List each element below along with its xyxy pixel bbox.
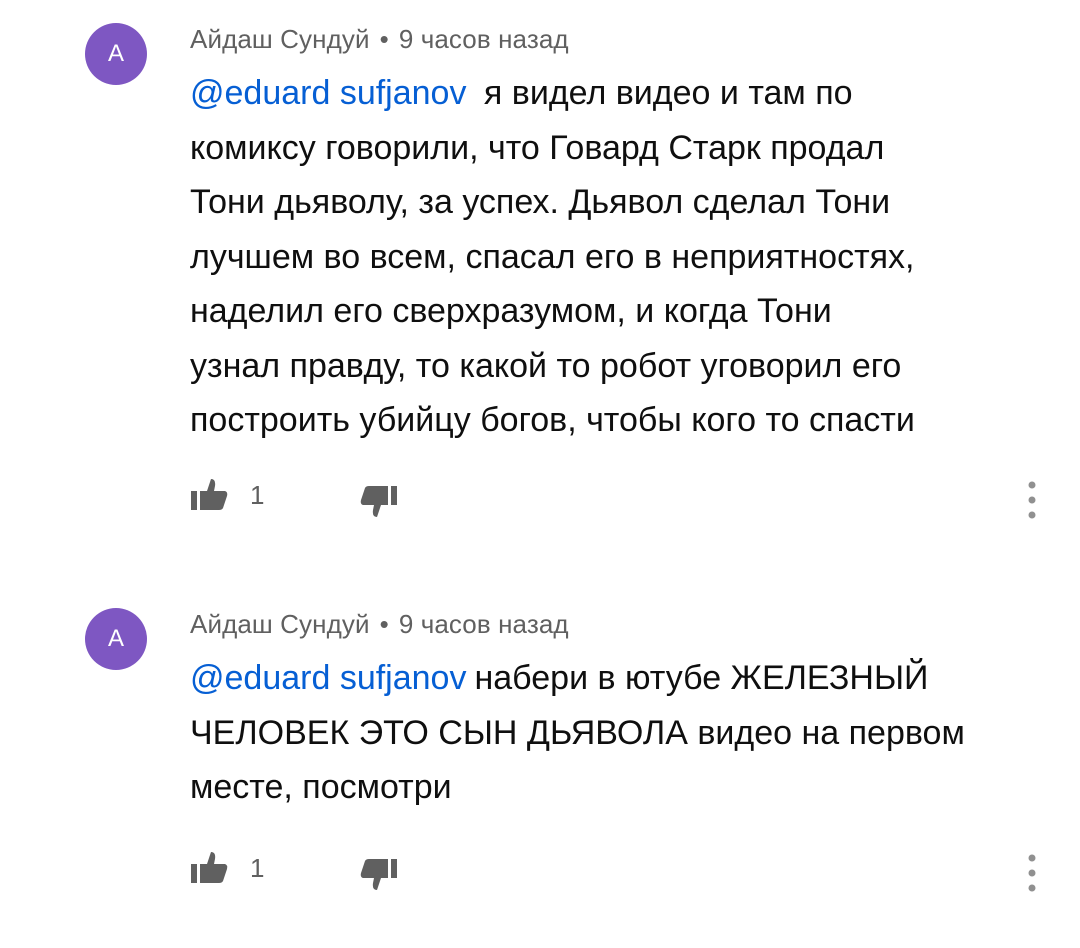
comment: A Айдаш Сундуй • 9 часов назад @eduard suf… bbox=[0, 585, 1080, 948]
comment-line-text: я видел видео и там по bbox=[483, 74, 853, 112]
comment-actions: 1 bbox=[190, 847, 1040, 897]
like-count: 1 bbox=[250, 853, 265, 883]
comment-line: узнал правду, то какой то робот уговорил… bbox=[190, 346, 902, 385]
more-options-button[interactable] bbox=[1025, 480, 1039, 520]
comment-line: лучшем во всем, спасал его в неприятност… bbox=[190, 237, 915, 276]
dislike-button[interactable] bbox=[358, 855, 398, 899]
mention-link[interactable]: @eduard sufjanov bbox=[190, 659, 466, 697]
comment-text: @eduard sufjanov набери в ютубе ЖЕЛЕЗНЫЙ … bbox=[190, 651, 1040, 815]
avatar-letter: A bbox=[107, 40, 124, 67]
avatar[interactable]: A bbox=[85, 23, 147, 85]
comment-time[interactable]: 9 часов назад bbox=[399, 24, 569, 54]
meta-separator: • bbox=[379, 609, 389, 639]
comment-meta: Айдаш Сундуй • 9 часов назад bbox=[190, 609, 569, 640]
comment-line: наделил его сверхразумом, и когда Тони bbox=[190, 292, 832, 330]
comment-text: @eduard sufjanov я видел видео и там по … bbox=[190, 66, 1040, 448]
thumb-down-icon bbox=[360, 486, 397, 517]
comment-line: комиксу говорили, что Говард Старк прода… bbox=[190, 128, 885, 167]
avatar[interactable]: A bbox=[85, 608, 147, 670]
author-name[interactable]: Айдаш Сундуй bbox=[190, 609, 370, 639]
thumb-up-icon bbox=[191, 852, 228, 883]
like-button[interactable] bbox=[190, 474, 230, 518]
comment-line: @eduard sufjanov набери в ютубе ЖЕЛЕЗНЫЙ bbox=[190, 651, 1040, 706]
like-count: 1 bbox=[250, 480, 265, 510]
comment: A Айдаш Сундуй • 9 часов назад @eduard suf… bbox=[0, 0, 1080, 560]
comment-line: @eduard sufjanov я видел видео и там по bbox=[190, 66, 1040, 121]
comment-line: ЧЕЛОВЕК ЭТО СЫН ДЬЯВОЛА видео на первом bbox=[190, 713, 965, 752]
comment-time[interactable]: 9 часов назад bbox=[399, 609, 569, 639]
comment-meta: Айдаш Сундуй • 9 часов назад bbox=[190, 24, 569, 55]
comment-line: Тони дьяволу, за успех. Дьявол сделал То… bbox=[190, 183, 891, 221]
thumb-up-icon bbox=[191, 479, 228, 510]
dislike-button[interactable] bbox=[358, 482, 398, 526]
vertical-dots-icon bbox=[1028, 481, 1036, 519]
comment-line: построить убийцу богов, чтобы кого то сп… bbox=[190, 401, 915, 439]
meta-separator: • bbox=[379, 24, 389, 54]
comment-actions: 1 bbox=[190, 474, 1040, 524]
comment-line: месте, посмотри bbox=[190, 768, 452, 806]
thumb-down-icon bbox=[360, 859, 397, 890]
avatar-letter: A bbox=[107, 625, 124, 652]
comment-line-text: набери в ютубе ЖЕЛЕЗНЫЙ bbox=[474, 659, 929, 697]
vertical-dots-icon bbox=[1028, 854, 1036, 892]
mention-link[interactable]: @eduard sufjanov bbox=[190, 74, 466, 112]
author-name[interactable]: Айдаш Сундуй bbox=[190, 24, 370, 54]
like-button[interactable] bbox=[190, 847, 230, 891]
more-options-button[interactable] bbox=[1025, 853, 1039, 893]
